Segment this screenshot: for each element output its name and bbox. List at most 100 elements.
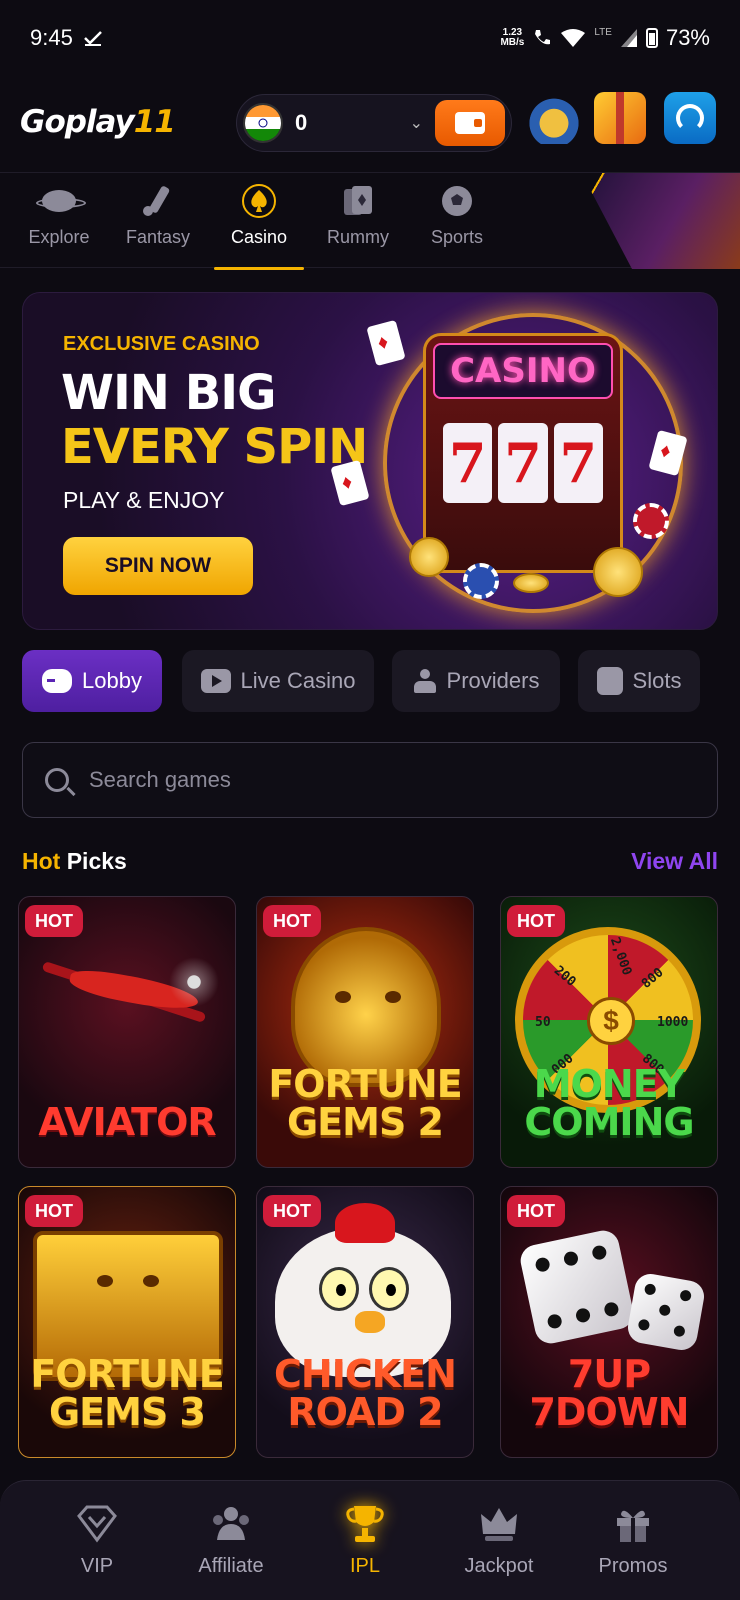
game-title: 7UP 7DOWN [529, 1352, 689, 1434]
diamond-icon [77, 1505, 117, 1543]
promo-banner-image[interactable] [581, 173, 740, 269]
wallet-balance: 0 [295, 110, 308, 135]
view-all-link[interactable]: View All [631, 848, 718, 875]
nav-label: VIP [80, 1555, 114, 1577]
nav-affiliate[interactable]: Affiliate [176, 1503, 286, 1578]
coin-icon [513, 573, 549, 593]
cricket-bat-icon [143, 186, 170, 216]
tab-label: Sports [430, 227, 484, 247]
clock: 9:45 [30, 25, 73, 50]
hero-subtitle: PLAY & ENJOY [63, 487, 225, 513]
treasure-pot-icon[interactable] [528, 92, 580, 144]
tab-fantasy[interactable]: Fantasy [113, 183, 203, 248]
group-icon [213, 1507, 249, 1540]
tab-label: Fantasy [125, 227, 191, 247]
spin-now-button[interactable]: SPIN NOW [63, 537, 253, 595]
subtab-label: Providers [446, 668, 540, 693]
game-tile-chicken-road-2[interactable]: HOT CHICKEN ROAD 2 [256, 1186, 474, 1458]
hot-badge: HOT [25, 905, 83, 937]
search-icon [45, 768, 69, 792]
game-title: CHICKEN ROAD 2 [274, 1352, 457, 1434]
game-title: FORTUNE GEMS 2 [268, 1062, 462, 1144]
tab-label: Casino [230, 227, 288, 247]
casino-sign: CASINO [433, 343, 613, 399]
nav-promos[interactable]: Promos [578, 1503, 688, 1578]
subtab-label: Lobby [82, 668, 142, 693]
support-icon[interactable] [664, 92, 716, 144]
casino-subtabs: Lobby Live Casino Providers Slots [22, 650, 740, 712]
search-bar[interactable] [22, 742, 718, 818]
hero-headline-2: EVERY SPIN [61, 419, 368, 475]
subtab-live-casino[interactable]: Live Casino [182, 650, 374, 712]
game-title: AVIATOR [38, 1100, 216, 1144]
game-tile-fortune-gems-3[interactable]: HOT FORTUNE GEMS 3 [18, 1186, 236, 1458]
playing-card-icon [366, 319, 406, 367]
tab-rummy[interactable]: Rummy [313, 183, 403, 248]
wallet-balance-pill[interactable]: 0 ⌄ [236, 94, 512, 152]
tab-label: Rummy [327, 227, 389, 247]
battery-level: 73% [665, 25, 710, 50]
dice-icon [517, 1227, 637, 1347]
category-tabs: Explore Fantasy Casino Rummy Sports [0, 172, 740, 270]
football-icon [442, 186, 472, 216]
game-tile-money-coming[interactable]: HOT 2,000 200 50 000 800 1000 800 MONEY … [500, 896, 718, 1168]
crown-icon [481, 1508, 517, 1541]
nav-label: IPL [349, 1555, 381, 1577]
slot-machine-icon [596, 667, 623, 695]
reel: 7 [498, 423, 548, 503]
network-type: LTE [594, 26, 612, 38]
app-header: Goplay11 0 ⌄ [0, 86, 740, 158]
hot-badge: HOT [25, 1195, 83, 1227]
slot-machine-illustration: CASINO 7 7 7 [383, 313, 683, 613]
tab-sports[interactable]: Sports [412, 183, 502, 248]
gift-icon [617, 1510, 649, 1542]
nav-ipl[interactable]: IPL [310, 1503, 420, 1578]
game-tile-fortune-gems-2[interactable]: HOT FORTUNE GEMS 2 [256, 896, 474, 1168]
game-tile-7up-7down[interactable]: HOT 7UP 7DOWN [500, 1186, 718, 1458]
nav-vip[interactable]: VIP [42, 1503, 152, 1578]
tab-casino[interactable]: Casino [214, 183, 304, 270]
wifi-icon [561, 29, 586, 47]
status-right: 1.23 MB/s LTE 73% [500, 25, 710, 51]
subtab-lobby[interactable]: Lobby [22, 650, 162, 712]
subtab-slots[interactable]: Slots [578, 650, 700, 712]
game-title: FORTUNE GEMS 3 [30, 1352, 224, 1434]
hero-kicker: EXCLUSIVE CASINO [63, 333, 260, 355]
subtab-label: Slots [632, 668, 682, 693]
chevron-down-icon[interactable]: ⌄ [410, 113, 423, 133]
nav-label: Jackpot [464, 1555, 534, 1577]
gift-box-icon[interactable] [594, 92, 646, 144]
nav-label: Promos [598, 1555, 668, 1577]
play-video-icon [200, 669, 231, 693]
game-tile-aviator[interactable]: HOT AVIATOR [18, 896, 236, 1168]
india-flag-icon [243, 103, 283, 143]
tab-explore[interactable]: Explore [14, 183, 104, 248]
airplane-icon [39, 947, 219, 1027]
hot-badge: HOT [263, 905, 321, 937]
signal-icon [620, 29, 637, 47]
battery-icon [645, 28, 658, 48]
hero-headline-1: WIN BIG [61, 365, 277, 421]
phone-icon [535, 30, 551, 45]
goplay11-logo[interactable]: Goplay11 [20, 104, 176, 140]
provider-icon [413, 669, 437, 693]
casino-hero-banner[interactable]: EXCLUSIVE CASINO WIN BIG EVERY SPIN PLAY… [22, 292, 718, 630]
nav-jackpot[interactable]: Jackpot [444, 1503, 554, 1578]
wheel-label: 50 [535, 1015, 551, 1030]
trophy-icon [346, 1506, 384, 1542]
net-speed: 1.23 MB/s [500, 27, 525, 48]
wallet-button[interactable] [435, 100, 505, 146]
game-title: MONEY COMING [524, 1062, 694, 1144]
nav-label: Affiliate [198, 1555, 264, 1577]
wallet-icon [455, 112, 485, 134]
subtab-providers[interactable]: Providers [392, 650, 560, 712]
hot-badge: HOT [507, 1195, 565, 1227]
chip-icon [633, 503, 669, 539]
search-input[interactable] [89, 767, 695, 793]
status-bar: 9:45 1.23 MB/s LTE 73% [0, 0, 740, 76]
coin-icon [593, 547, 643, 597]
dice-icon [625, 1271, 707, 1353]
tab-label: Explore [28, 227, 90, 247]
download-check-icon [83, 31, 102, 46]
wheel-label: 1000 [657, 1015, 689, 1030]
